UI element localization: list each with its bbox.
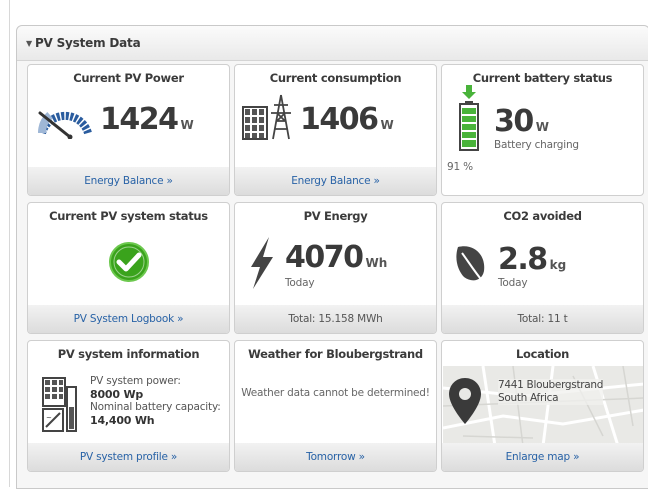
battery-capacity-value: 14,400 Wh [90, 414, 155, 427]
tile-footer: Energy Balance » [28, 167, 229, 195]
weather-message: Weather data cannot be determined! [241, 387, 430, 399]
pv-energy-unit: Wh [365, 256, 388, 270]
co2-period: Today [498, 277, 528, 289]
tile-title: CO2 avoided [503, 209, 582, 223]
pv-energy-total: Total: 15.158 MWh [288, 313, 383, 325]
tile-title: Current consumption [269, 71, 402, 85]
pv-energy-period: Today [285, 277, 315, 289]
battery-capacity-label: Nominal battery capacity: [90, 401, 221, 413]
tile-location: Location 7441 Bloubergstrand South Afric… [441, 340, 644, 472]
grid-consumption-icon [242, 94, 291, 140]
tile-current-pv-power: Current PV Power 1424 W Energy Balance » [27, 64, 230, 196]
battery-status-text: Battery charging [494, 139, 579, 151]
tile-footer: Enlarge map » [442, 443, 643, 471]
battery-percent: 91 % [447, 161, 473, 173]
checkmark-ok-icon [109, 242, 149, 282]
enlarge-map-link[interactable]: Enlarge map » [506, 451, 580, 463]
pv-system-profile-link[interactable]: PV system profile » [80, 451, 177, 463]
battery-charging-icon [459, 85, 479, 151]
tile-footer: PV system profile » [28, 443, 229, 471]
leaf-icon [456, 246, 485, 284]
energy-balance-link[interactable]: Energy Balance » [291, 175, 380, 187]
location-address-line1: 7441 Bloubergstrand [498, 379, 604, 391]
consumption-unit: W [380, 118, 394, 132]
tile-current-battery-status: Current battery status 30 W Battery charg… [441, 64, 644, 196]
tile-weather: Weather for Bloubergstrand Weather data … [234, 340, 437, 472]
tile-title: Weather for Bloubergstrand [248, 347, 423, 361]
tile-footer: Energy Balance » [235, 167, 436, 195]
tile-title: PV system information [57, 347, 200, 361]
tile-pv-system-information: PV system information ~ PV system power:… [27, 340, 230, 472]
pv-system-power-label: PV system power: [90, 375, 181, 387]
pv-system-data-panel: ▼ PV System Data Current PV Power 1424 W … [16, 25, 648, 489]
tile-co2-avoided: CO2 avoided 2.8 kg Today Total: 11 t [441, 202, 644, 334]
location-map[interactable] [443, 366, 644, 446]
panel-title: PV System Data [34, 36, 141, 50]
pv-power-value: 1424 [100, 102, 179, 137]
svg-text:~: ~ [46, 414, 52, 422]
pv-power-unit: W [180, 118, 194, 132]
tile-pv-energy: PV Energy 4070 Wh Today Total: 15.158 MWh [234, 202, 437, 334]
tile-title: Location [516, 347, 569, 361]
tile-current-pv-system-status: Current PV system status PV System Logbo… [27, 202, 230, 334]
lightning-bolt-icon [251, 237, 273, 289]
tile-footer: PV System Logbook » [28, 305, 229, 333]
tile-title: PV Energy [303, 209, 368, 223]
battery-power-unit: W [535, 120, 549, 134]
page-divider [9, 0, 10, 487]
co2-unit: kg [549, 258, 567, 272]
tomorrow-link[interactable]: Tomorrow » [306, 451, 365, 463]
tile-current-consumption: Current consumption 1406 W Energy Balance… [234, 64, 437, 196]
tile-title: Current PV system status [49, 209, 208, 223]
tile-footer: Total: 11 t [442, 305, 643, 333]
tile-title: Current battery status [472, 71, 613, 85]
tile-footer: Total: 15.158 MWh [235, 305, 436, 333]
consumption-value: 1406 [300, 102, 379, 137]
collapse-triangle-icon[interactable]: ▼ [26, 39, 32, 48]
tile-footer: Tomorrow » [235, 443, 436, 471]
tile-title: Current PV Power [73, 71, 184, 85]
panel-header[interactable]: ▼ PV System Data [17, 26, 648, 61]
energy-balance-link[interactable]: Energy Balance » [84, 175, 173, 187]
co2-total: Total: 11 t [517, 313, 568, 325]
co2-value: 2.8 [498, 242, 548, 277]
pv-system-power-value: 8000 Wp [90, 388, 144, 401]
pv-system-logbook-link[interactable]: PV System Logbook » [74, 313, 184, 325]
gauge-icon [37, 111, 92, 139]
solar-inverter-icon: ~ [42, 377, 77, 432]
location-address-line2: South Africa [498, 392, 559, 404]
pv-energy-value: 4070 [285, 240, 364, 275]
battery-power-value: 30 [494, 104, 534, 139]
